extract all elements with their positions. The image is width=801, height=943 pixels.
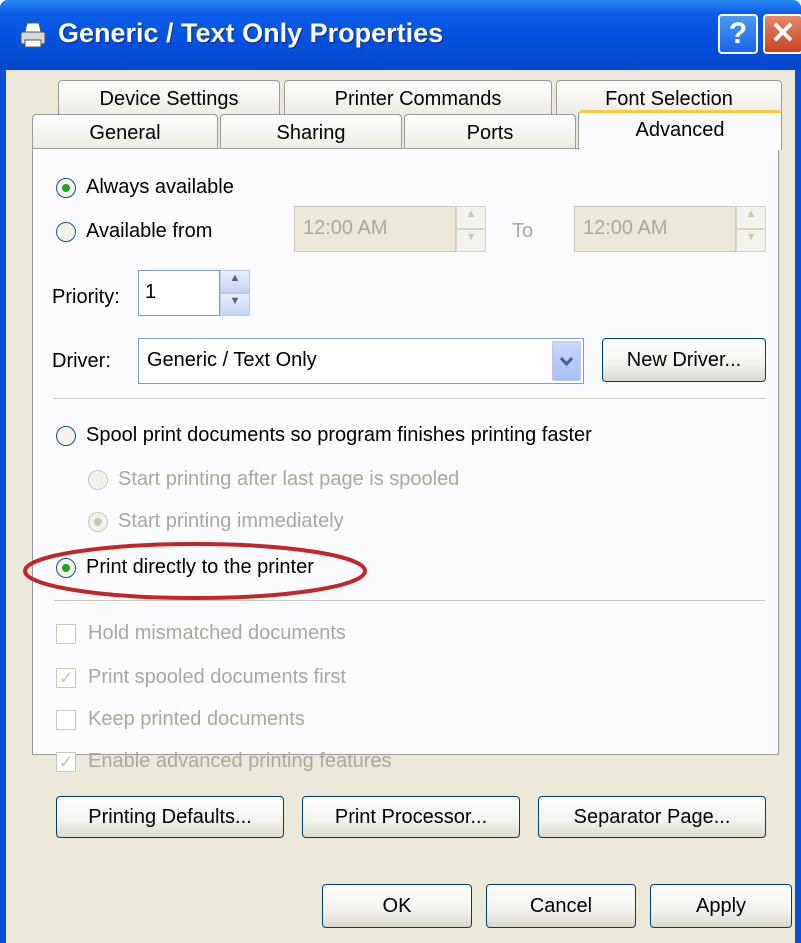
spin-up-icon[interactable]: ▲ bbox=[220, 270, 250, 293]
from-time-spinner[interactable]: ▲ ▼ bbox=[456, 206, 486, 252]
chevron-down-icon bbox=[559, 356, 574, 367]
spool-label: Spool print documents so program finishe… bbox=[86, 424, 592, 446]
to-time-spinner[interactable]: ▲ ▼ bbox=[736, 206, 766, 252]
new-driver-button[interactable]: New Driver... bbox=[602, 338, 766, 382]
spin-up-icon[interactable]: ▲ bbox=[736, 206, 766, 229]
keep-printed-checkbox[interactable] bbox=[56, 710, 76, 730]
print-processor-button[interactable]: Print Processor... bbox=[302, 796, 520, 838]
advanced-printing-features-checkbox[interactable]: ✓ bbox=[56, 752, 76, 772]
highlight-ellipse bbox=[23, 542, 367, 600]
spin-down-icon[interactable]: ▼ bbox=[220, 293, 250, 316]
start-immediately-label: Start printing immediately bbox=[118, 510, 344, 532]
start-immediately-radio[interactable] bbox=[88, 512, 108, 532]
spin-down-icon[interactable]: ▼ bbox=[456, 229, 486, 252]
printing-defaults-button[interactable]: Printing Defaults... bbox=[56, 796, 284, 838]
always-available-radio[interactable] bbox=[56, 178, 76, 198]
driver-label: Driver: bbox=[52, 350, 111, 372]
always-available-label: Always available bbox=[86, 176, 234, 198]
available-from-radio[interactable] bbox=[56, 222, 76, 242]
start-after-last-page-radio[interactable] bbox=[88, 470, 108, 490]
spin-up-icon[interactable]: ▲ bbox=[456, 206, 486, 229]
properties-window: Generic / Text Only Properties ? ✕ Devic… bbox=[0, 0, 801, 943]
driver-dropdown-button[interactable] bbox=[552, 341, 581, 381]
separator-page-button[interactable]: Separator Page... bbox=[538, 796, 766, 838]
spin-down-icon[interactable]: ▼ bbox=[736, 229, 766, 252]
from-time-field[interactable]: 12:00 AM bbox=[294, 206, 456, 252]
spool-radio[interactable] bbox=[56, 426, 76, 446]
advanced-printing-features-label: Enable advanced printing features bbox=[88, 750, 392, 772]
panel-content: Always available Available from 12:00 AM… bbox=[0, 0, 801, 943]
priority-label: Priority: bbox=[52, 286, 120, 308]
to-label: To bbox=[512, 220, 534, 242]
separator bbox=[54, 600, 766, 602]
priority-field[interactable]: 1 bbox=[138, 270, 220, 316]
to-time-field[interactable]: 12:00 AM bbox=[574, 206, 736, 252]
ok-button[interactable]: OK bbox=[322, 884, 472, 928]
separator bbox=[54, 398, 766, 400]
hold-mismatched-checkbox[interactable] bbox=[56, 624, 76, 644]
print-spooled-first-label: Print spooled documents first bbox=[88, 666, 346, 688]
hold-mismatched-label: Hold mismatched documents bbox=[88, 622, 346, 644]
print-spooled-first-checkbox[interactable]: ✓ bbox=[56, 668, 76, 688]
driver-select[interactable]: Generic / Text Only bbox=[138, 338, 584, 384]
start-after-last-page-label: Start printing after last page is spoole… bbox=[118, 468, 460, 490]
apply-button[interactable]: Apply bbox=[650, 884, 792, 928]
available-from-label: Available from bbox=[86, 220, 213, 242]
priority-spinner[interactable]: ▲ ▼ bbox=[220, 270, 250, 316]
keep-printed-label: Keep printed documents bbox=[88, 708, 305, 730]
cancel-button[interactable]: Cancel bbox=[486, 884, 636, 928]
